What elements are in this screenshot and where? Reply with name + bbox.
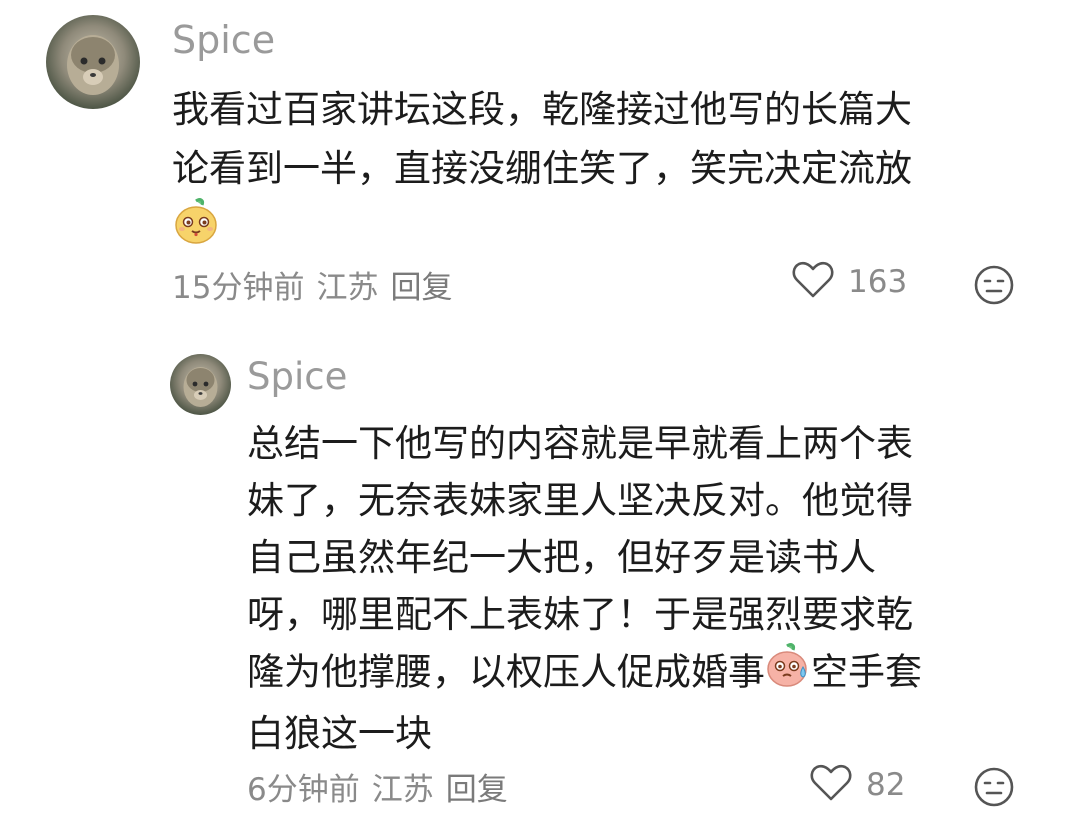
meh-face-icon (973, 265, 1015, 310)
comment-text: 我看过百家讲坛这段，乾隆接过他写的长篇大 论看到一半，直接没绷住笑了，笑完决定流… (172, 80, 1032, 263)
like-button[interactable]: 163 (792, 261, 907, 303)
timestamp: 15分钟前 (172, 270, 305, 306)
comment-text-line: 空手套 (811, 650, 922, 694)
comment-text-line: 论看到一半，直接没绷住笑了，笑完决定流放 (172, 147, 912, 190)
timestamp: 6分钟前 (247, 772, 360, 808)
username[interactable]: Spice (247, 355, 347, 398)
location: 江苏 (371, 772, 434, 808)
reply-button[interactable]: 回复 (446, 772, 508, 808)
comment-text-line: 妹了，无奈表妹家里人坚决反对。他觉得 (247, 479, 913, 522)
like-count: 163 (848, 264, 908, 300)
comment-text: 总结一下他写的内容就是早就看上两个表 妹了，无奈表妹家里人坚决反对。他觉得 自己… (247, 415, 1037, 762)
like-count: 82 (866, 767, 906, 803)
dislike-button[interactable] (973, 766, 1015, 812)
reply-button[interactable]: 回复 (390, 270, 452, 306)
comment-text-line: 自己虽然年纪一大把，但好歹是读书人 (247, 536, 876, 579)
like-button[interactable]: 82 (810, 764, 905, 806)
comment-meta: 15分钟前 江苏 回复 (172, 262, 464, 307)
comment-text-line: 我看过百家讲坛这段，乾隆接过他写的长篇大 (172, 88, 912, 131)
dislike-button[interactable] (973, 264, 1015, 310)
meh-face-icon (973, 767, 1015, 812)
heart-outline-icon (810, 764, 852, 806)
comment-text-line: 白狼这一块 (247, 712, 432, 755)
smug-face-emoji (172, 198, 220, 263)
heart-outline-icon (792, 261, 834, 303)
location: 江苏 (316, 270, 379, 306)
username[interactable]: Spice (172, 18, 275, 62)
comment-text-line: 呀，哪里配不上表妹了！于是强烈要求乾 (247, 593, 913, 636)
avatar[interactable] (170, 354, 231, 415)
comment-text-line: 隆为他撑腰，以权压人促成婚事 (247, 650, 765, 694)
sweat-face-emoji (765, 643, 811, 705)
comment-meta: 6分钟前 江苏 回复 (247, 764, 520, 809)
comment-text-line: 总结一下他写的内容就是早就看上两个表 (247, 422, 913, 465)
avatar[interactable] (46, 15, 140, 109)
